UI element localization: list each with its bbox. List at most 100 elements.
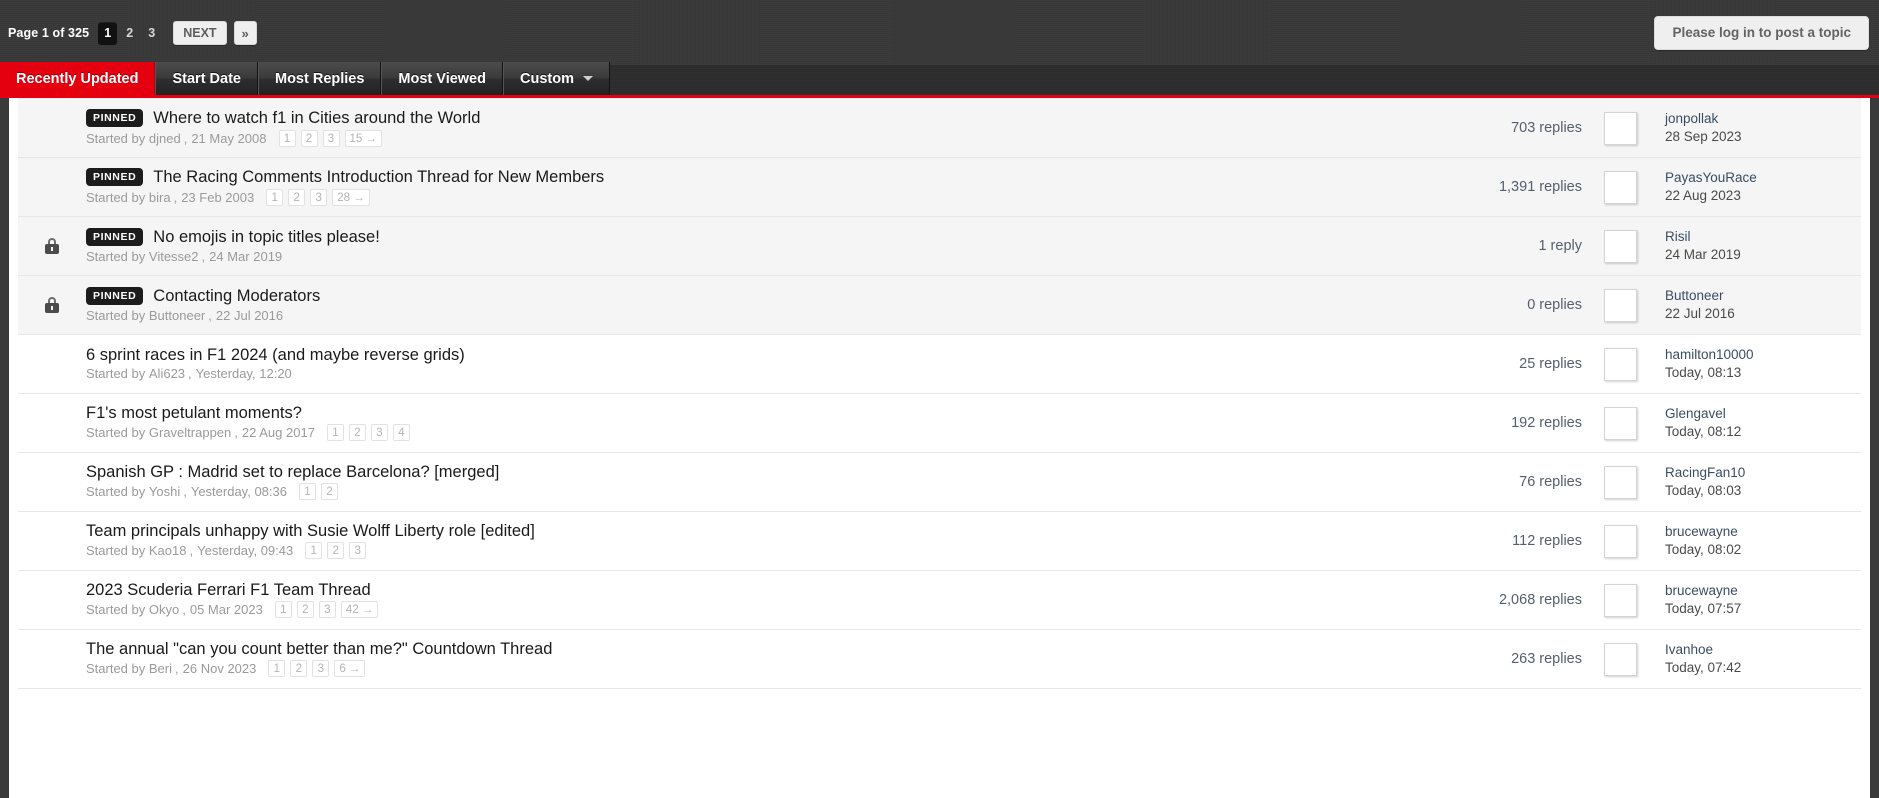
topic-page-link[interactable]: 1 bbox=[298, 483, 316, 501]
tab-custom[interactable]: Custom bbox=[502, 62, 610, 95]
topic-author-link[interactable]: Ali623 bbox=[149, 366, 185, 381]
topic-page-link[interactable]: 2 bbox=[300, 130, 318, 148]
topic-author-link[interactable]: Yoshi bbox=[149, 484, 180, 499]
topic-author-link[interactable]: bira bbox=[149, 190, 171, 205]
meta-separator: , bbox=[183, 484, 187, 500]
avatar[interactable] bbox=[1604, 465, 1637, 499]
last-poster-link[interactable]: Risil bbox=[1665, 228, 1861, 246]
last-poster-link[interactable]: Ivanhoe bbox=[1665, 641, 1861, 659]
page-button-2[interactable]: 2 bbox=[120, 22, 139, 45]
topic-author-link[interactable]: Kao18 bbox=[149, 543, 187, 558]
topic-title-link[interactable]: Where to watch f1 in Cities around the W… bbox=[153, 110, 480, 127]
avatar[interactable] bbox=[1604, 406, 1637, 440]
avatar[interactable] bbox=[1604, 288, 1637, 322]
topic-row[interactable]: PINNED Contacting Moderators Started by Bu… bbox=[18, 275, 1861, 335]
topic-list: PINNED Where to watch f1 in Cities around… bbox=[18, 98, 1861, 689]
topic-title-link[interactable]: 6 sprint races in F1 2024 (and maybe rev… bbox=[86, 347, 465, 364]
page-button-3[interactable]: 3 bbox=[142, 22, 161, 45]
topic-row[interactable]: Team principals unhappy with Susie Wolff… bbox=[18, 511, 1861, 571]
topic-row[interactable]: PINNED The Racing Comments Introduction T… bbox=[18, 157, 1861, 217]
topic-page-link[interactable]: 3 bbox=[310, 189, 328, 207]
topic-author-link[interactable]: Graveltrappen bbox=[149, 425, 231, 440]
tab-most-replies[interactable]: Most Replies bbox=[257, 62, 382, 95]
next-page-button[interactable]: NEXT bbox=[173, 21, 227, 45]
avatar[interactable] bbox=[1604, 170, 1637, 204]
topic-author-link[interactable]: djned bbox=[149, 131, 181, 146]
topic-author-link[interactable]: Buttoneer bbox=[149, 308, 205, 323]
topic-page-link[interactable]: 1 bbox=[326, 424, 344, 442]
topic-title-cell: PINNED The Racing Comments Introduction T… bbox=[86, 158, 1379, 217]
topic-row[interactable]: F1's most petulant moments? Started by Gr… bbox=[18, 393, 1861, 453]
page-button-1[interactable]: 1 bbox=[98, 21, 118, 45]
topic-page-link[interactable]: 6 → bbox=[334, 660, 366, 678]
tab-recently-updated[interactable]: Recently Updated bbox=[0, 62, 156, 95]
topic-meta: Started by Vitesse2, 24 Mar 2019 bbox=[86, 249, 1379, 264]
topic-title-link[interactable]: 2023 Scuderia Ferrari F1 Team Thread bbox=[86, 582, 371, 599]
topic-page-link[interactable]: 1 bbox=[266, 189, 284, 207]
topic-page-link[interactable]: 3 bbox=[322, 130, 340, 148]
topic-title-link[interactable]: Contacting Moderators bbox=[153, 288, 320, 305]
avatar[interactable] bbox=[1604, 583, 1637, 617]
avatar[interactable] bbox=[1604, 347, 1637, 381]
topic-page-link[interactable]: 15 → bbox=[344, 130, 382, 148]
topic-row[interactable]: The annual "can you count better than me… bbox=[18, 629, 1861, 689]
topic-page-link[interactable]: 1 bbox=[278, 130, 296, 148]
last-poster-link[interactable]: brucewayne bbox=[1665, 582, 1861, 600]
last-post-date: Today, 07:42 bbox=[1665, 660, 1742, 675]
topic-title-link[interactable]: The annual "can you count better than me… bbox=[86, 641, 552, 658]
topic-row[interactable]: 2023 Scuderia Ferrari F1 Team Thread Star… bbox=[18, 570, 1861, 630]
last-page-button[interactable]: » bbox=[233, 21, 257, 45]
topic-page-link[interactable]: 1 bbox=[305, 542, 323, 560]
last-post-cell: hamilton10000 Today, 08:13 bbox=[1656, 335, 1861, 394]
topic-title-link[interactable]: The Racing Comments Introduction Thread … bbox=[153, 169, 604, 186]
topic-title-link[interactable]: Spanish GP : Madrid set to replace Barce… bbox=[86, 464, 499, 481]
topic-author-link[interactable]: Okyo bbox=[149, 602, 179, 617]
tab-most-viewed[interactable]: Most Viewed bbox=[381, 62, 503, 95]
topic-title-cell: PINNED No emojis in topic titles please! S… bbox=[86, 217, 1379, 276]
topic-page-link[interactable]: 1 bbox=[268, 660, 286, 678]
topic-page-link[interactable]: 3 bbox=[349, 542, 367, 560]
meta-separator: , bbox=[183, 131, 188, 147]
topic-row[interactable]: PINNED No emojis in topic titles please! S… bbox=[18, 216, 1861, 276]
last-poster-link[interactable]: RacingFan10 bbox=[1665, 464, 1861, 482]
topic-page-link[interactable]: 1 bbox=[274, 601, 292, 619]
avatar[interactable] bbox=[1604, 111, 1637, 145]
topic-page-link[interactable]: 3 bbox=[370, 424, 388, 442]
topic-title-cell: 6 sprint races in F1 2024 (and maybe rev… bbox=[86, 335, 1379, 394]
avatar[interactable] bbox=[1604, 229, 1637, 263]
topic-row[interactable]: Spanish GP : Madrid set to replace Barce… bbox=[18, 452, 1861, 512]
topic-page-link[interactable]: 2 bbox=[288, 189, 306, 207]
topic-title-link[interactable]: No emojis in topic titles please! bbox=[153, 229, 380, 246]
topic-page-link[interactable]: 2 bbox=[327, 542, 345, 560]
topic-page-link[interactable]: 42 → bbox=[340, 601, 379, 619]
tab-start-date[interactable]: Start Date bbox=[155, 62, 258, 95]
topic-row[interactable]: PINNED Where to watch f1 in Cities around… bbox=[18, 98, 1861, 158]
avatar[interactable] bbox=[1604, 642, 1637, 676]
last-poster-link[interactable]: PayasYouRace bbox=[1665, 169, 1861, 187]
last-poster-link[interactable]: hamilton10000 bbox=[1665, 346, 1861, 364]
topic-page-link[interactable]: 2 bbox=[348, 424, 366, 442]
topic-page-link[interactable]: 3 bbox=[318, 601, 336, 619]
last-post-info: brucewayne Today, 07:57 bbox=[1665, 582, 1861, 618]
tab-label: Most Replies bbox=[274, 70, 365, 87]
topic-page-link[interactable]: 4 bbox=[392, 424, 410, 442]
topic-page-link[interactable]: 28 → bbox=[332, 189, 370, 207]
last-poster-link[interactable]: jonpollak bbox=[1665, 110, 1861, 128]
topic-title-link[interactable]: F1's most petulant moments? bbox=[86, 405, 302, 422]
started-by-label: Started by bbox=[86, 308, 146, 324]
topic-page-link[interactable]: 2 bbox=[290, 660, 308, 678]
topic-page-link[interactable]: 2 bbox=[296, 601, 314, 619]
last-poster-link[interactable]: brucewayne bbox=[1665, 523, 1861, 541]
last-poster-link[interactable]: Buttoneer bbox=[1665, 287, 1861, 305]
avatar[interactable] bbox=[1604, 524, 1637, 558]
topic-page-link[interactable]: 3 bbox=[312, 660, 330, 678]
topic-page-link[interactable]: 2 bbox=[320, 483, 338, 501]
last-poster-link[interactable]: Glengavel bbox=[1665, 405, 1861, 423]
topic-title-link[interactable]: Team principals unhappy with Susie Wolff… bbox=[86, 523, 535, 540]
topic-author-link[interactable]: Vitesse2 bbox=[149, 249, 199, 264]
topic-row[interactable]: 6 sprint races in F1 2024 (and maybe rev… bbox=[18, 334, 1861, 394]
login-to-post-button[interactable]: Please log in to post a topic bbox=[1654, 16, 1869, 50]
started-by-label: Started by bbox=[86, 190, 146, 206]
reply-count: 112 replies bbox=[1512, 533, 1582, 549]
topic-author-link[interactable]: Beri bbox=[149, 661, 172, 676]
